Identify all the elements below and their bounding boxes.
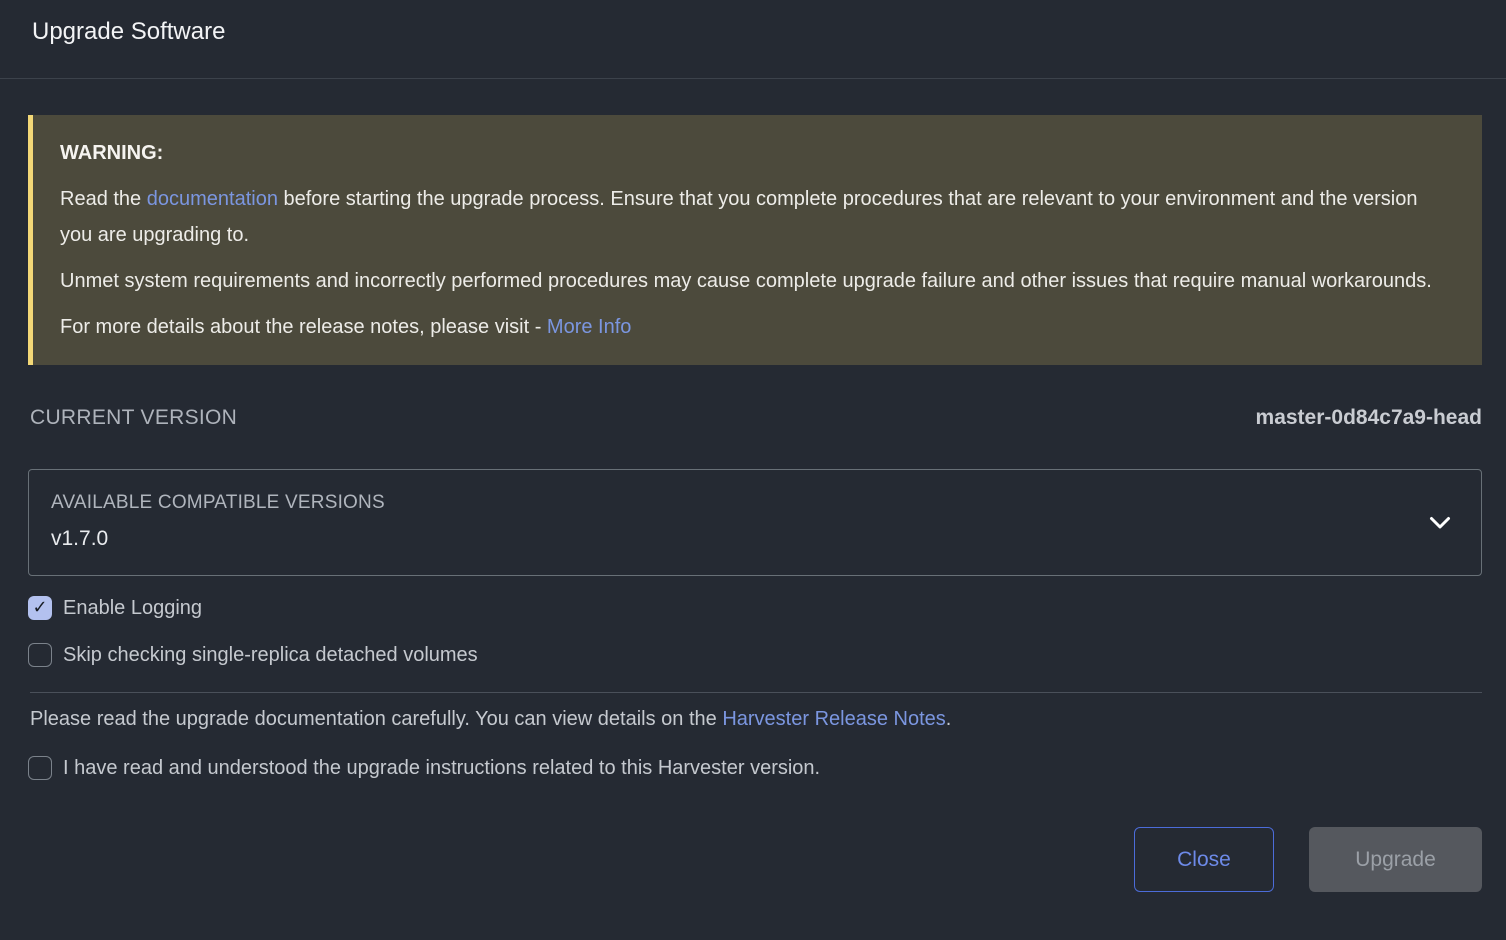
warning-heading-line: WARNING: <box>60 135 1452 171</box>
checkbox-unchecked-icon[interactable] <box>28 756 52 780</box>
read-understood-label: I have read and understood the upgrade i… <box>63 756 820 780</box>
warning-p3-pre: For more details about the release notes… <box>60 316 547 338</box>
page-title: Upgrade Software <box>32 17 1482 47</box>
checkmark-icon: ✓ <box>32 598 47 616</box>
dialog-actions: Close Upgrade <box>28 827 1482 892</box>
dialog-header: Upgrade Software <box>0 0 1506 79</box>
warning-paragraph-1: Read the documentation before starting t… <box>60 181 1452 253</box>
read-understood-checkbox[interactable]: I have read and understood the upgrade i… <box>28 756 1482 780</box>
current-version-label: CURRENT VERSION <box>30 405 237 431</box>
enable-logging-checkbox[interactable]: ✓ Enable Logging <box>28 596 1482 620</box>
warning-heading: WARNING: <box>60 142 163 164</box>
warning-paragraph-2: Unmet system requirements and incorrectl… <box>60 263 1452 299</box>
warning-banner: WARNING: Read the documentation before s… <box>28 115 1482 365</box>
warning-p1-pre: Read the <box>60 188 147 210</box>
dialog-content: WARNING: Read the documentation before s… <box>0 115 1506 892</box>
skip-single-replica-checkbox[interactable]: Skip checking single-replica detached vo… <box>28 643 1482 667</box>
release-note-post: . <box>946 708 952 730</box>
harvester-release-notes-link[interactable]: Harvester Release Notes <box>722 708 945 730</box>
upgrade-button[interactable]: Upgrade <box>1309 827 1482 892</box>
more-info-link[interactable]: More Info <box>547 316 631 338</box>
version-select-label: AVAILABLE COMPATIBLE VERSIONS <box>51 491 1457 515</box>
release-note-pre: Please read the upgrade documentation ca… <box>30 708 722 730</box>
checkbox-unchecked-icon[interactable] <box>28 643 52 667</box>
documentation-link[interactable]: documentation <box>147 188 278 210</box>
section-divider <box>30 692 1482 693</box>
release-note-text: Please read the upgrade documentation ca… <box>28 705 1482 733</box>
current-version-row: CURRENT VERSION master-0d84c7a9-head <box>28 405 1482 431</box>
warning-paragraph-3: For more details about the release notes… <box>60 309 1452 345</box>
chevron-down-icon <box>1429 516 1451 530</box>
current-version-value: master-0d84c7a9-head <box>1256 405 1482 431</box>
skip-single-replica-label: Skip checking single-replica detached vo… <box>63 643 478 667</box>
version-select[interactable]: AVAILABLE COMPATIBLE VERSIONS v1.7.0 <box>28 469 1482 576</box>
version-select-value: v1.7.0 <box>51 526 1457 552</box>
checkbox-checked-icon[interactable]: ✓ <box>28 596 52 620</box>
enable-logging-label: Enable Logging <box>63 596 202 620</box>
upgrade-dialog: Upgrade Software WARNING: Read the docum… <box>0 0 1506 940</box>
close-button[interactable]: Close <box>1134 827 1274 892</box>
